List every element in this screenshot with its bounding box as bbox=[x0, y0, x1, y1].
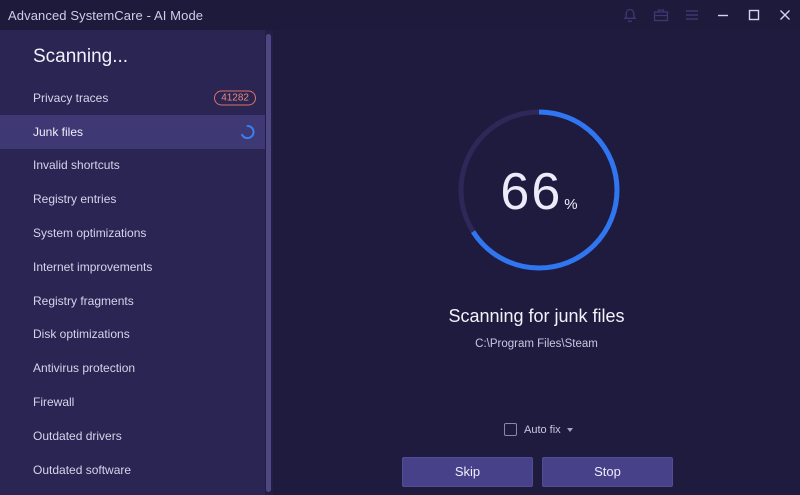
scan-item-disk-optimizations[interactable]: Disk optimizations bbox=[0, 318, 265, 352]
scan-item-system-optimizations[interactable]: System optimizations bbox=[0, 216, 265, 250]
scan-item-outdated-drivers[interactable]: Outdated drivers bbox=[0, 419, 265, 453]
scan-item-registry-fragments[interactable]: Registry fragments bbox=[0, 284, 265, 318]
sidebar-scrollbar-thumb[interactable] bbox=[266, 34, 271, 492]
scan-sidebar: Scanning... Privacy traces 41282 Junk fi… bbox=[0, 30, 273, 495]
auto-fix-control[interactable]: Auto fix bbox=[504, 423, 573, 436]
auto-fix-label: Auto fix bbox=[524, 423, 561, 436]
scan-item-invalid-shortcuts[interactable]: Invalid shortcuts bbox=[0, 149, 265, 183]
scan-item-label: Disk optimizations bbox=[33, 327, 130, 342]
stop-button[interactable]: Stop bbox=[542, 457, 673, 487]
scan-main-panel: 66% Scanning for junk files C:\Program F… bbox=[273, 30, 800, 495]
window-title: Advanced SystemCare - AI Mode bbox=[8, 7, 204, 23]
skip-button[interactable]: Skip bbox=[402, 457, 533, 487]
title-bar: Advanced SystemCare - AI Mode bbox=[0, 0, 800, 30]
scan-item-label: Outdated drivers bbox=[33, 428, 122, 443]
sidebar-heading: Scanning... bbox=[33, 46, 129, 67]
scan-item-label: Outdated software bbox=[33, 462, 132, 477]
scan-item-internet-improvements[interactable]: Internet improvements bbox=[0, 250, 265, 284]
scan-item-firewall[interactable]: Firewall bbox=[0, 385, 265, 419]
scan-status-title: Scanning for junk files bbox=[448, 306, 625, 326]
close-icon[interactable] bbox=[769, 0, 800, 30]
menu-icon[interactable] bbox=[676, 0, 707, 30]
scan-item-privacy-traces[interactable]: Privacy traces 41282 bbox=[0, 81, 265, 115]
chevron-down-icon[interactable] bbox=[566, 427, 573, 432]
scan-item-outdated-software[interactable]: Outdated software bbox=[0, 453, 265, 487]
scan-item-label: Firewall bbox=[33, 395, 75, 410]
minimize-icon[interactable] bbox=[707, 0, 738, 30]
scan-item-junk-files[interactable]: Junk files bbox=[0, 114, 265, 149]
progress-percent: 66% bbox=[457, 162, 621, 222]
scan-item-label: Privacy traces bbox=[33, 90, 109, 105]
scan-item-label: Invalid shortcuts bbox=[33, 158, 120, 173]
bell-icon[interactable] bbox=[614, 0, 645, 30]
scan-item-label: System optimizations bbox=[33, 226, 147, 241]
scan-item-antivirus-protection[interactable]: Antivirus protection bbox=[0, 351, 265, 385]
scan-item-label: Antivirus protection bbox=[33, 361, 136, 376]
loading-spinner-icon bbox=[241, 124, 255, 139]
scan-item-label: Junk files bbox=[33, 124, 84, 139]
scan-item-label: Internet improvements bbox=[33, 259, 153, 274]
scan-item-list: Privacy traces 41282 Junk files Invalid … bbox=[0, 81, 265, 487]
scan-item-registry-entries[interactable]: Registry entries bbox=[0, 182, 265, 216]
progress-ring: 66% bbox=[457, 108, 621, 272]
auto-fix-checkbox[interactable] bbox=[504, 423, 517, 436]
maximize-icon[interactable] bbox=[738, 0, 769, 30]
progress-unit: % bbox=[564, 196, 578, 213]
title-bar-controls bbox=[614, 0, 800, 30]
sidebar-scrollbar[interactable] bbox=[265, 30, 273, 495]
progress-value: 66 bbox=[500, 163, 563, 221]
issue-count-badge: 41282 bbox=[214, 90, 256, 106]
scan-item-label: Registry entries bbox=[33, 192, 117, 207]
scan-current-path: C:\Program Files\Steam bbox=[475, 338, 598, 350]
toolbox-icon[interactable] bbox=[645, 0, 676, 30]
scan-item-label: Registry fragments bbox=[33, 293, 134, 308]
